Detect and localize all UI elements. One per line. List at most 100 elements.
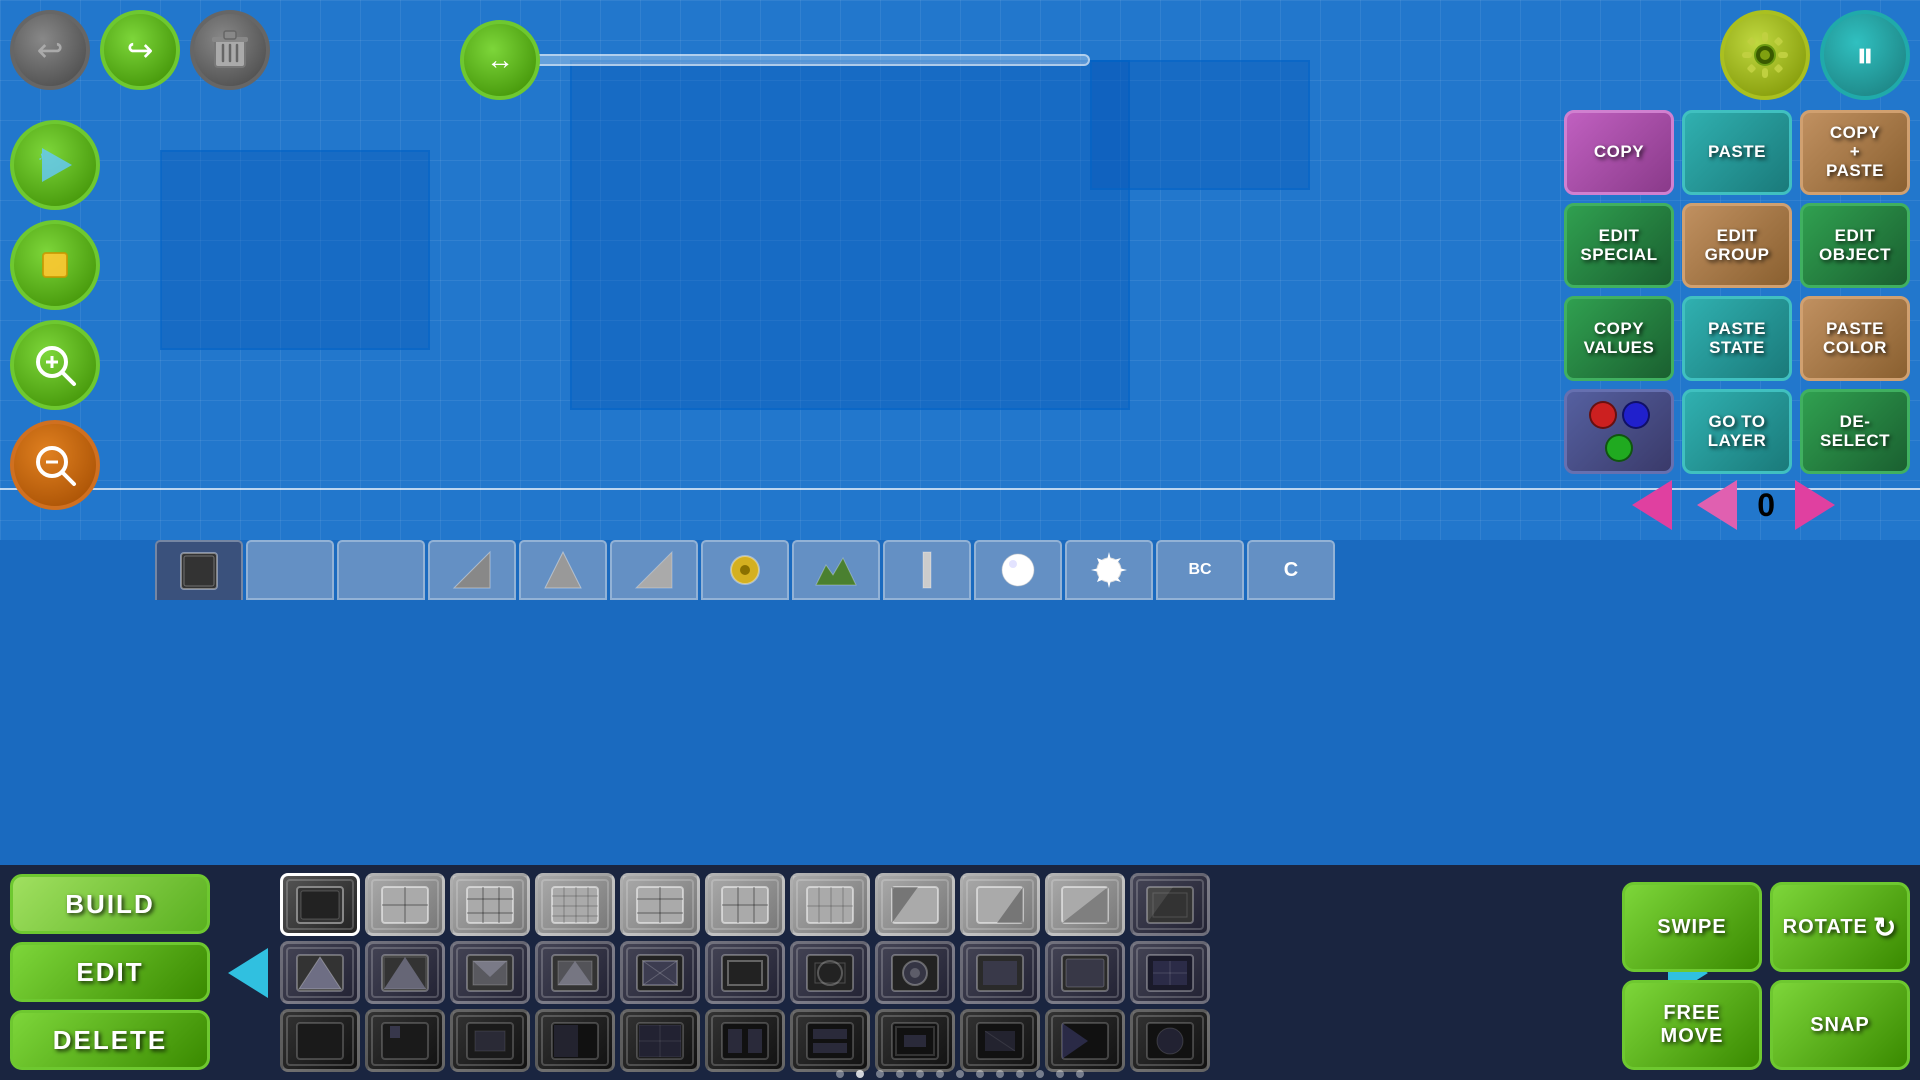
layer-left-button[interactable] [1692,480,1742,530]
obj-cell-3-3[interactable] [450,1009,530,1072]
obj-cell-1-8[interactable] [875,873,955,936]
slider-handle[interactable]: ↔ [460,20,540,100]
obj-tab-bc[interactable]: BC [1156,540,1244,600]
obj-tab-terrain[interactable] [792,540,880,600]
paste-button[interactable]: PASTE [1682,110,1792,195]
edit-mode-button[interactable]: EDIT [10,942,210,1002]
go-to-layer-button[interactable]: GO TO LAYER [1682,389,1792,474]
obj-cell-1-4[interactable] [535,873,615,936]
obj-cell-3-10[interactable] [1045,1009,1125,1072]
obj-cell-3-6[interactable] [705,1009,785,1072]
obj-cell-1-9[interactable] [960,873,1040,936]
delete-button[interactable] [190,10,270,90]
obj-cell-3-2[interactable] [365,1009,445,1072]
obj-cell-2-6[interactable] [705,941,785,1004]
obj-tab-3[interactable] [337,540,425,600]
obj-cell-3-9[interactable] [960,1009,1040,1072]
dot-4[interactable] [916,1070,924,1078]
obj-cell-2-2[interactable] [365,941,445,1004]
bottom-section: BUILD EDIT DELETE [0,865,1920,1080]
pause-button[interactable]: ⏸ [1820,10,1910,100]
edit-special-button[interactable]: EDIT SPECIAL [1564,203,1674,288]
obj-tab-2[interactable] [246,540,334,600]
layer-left-far-button[interactable] [1627,480,1677,530]
free-move-button[interactable]: FREE MOVE [1622,980,1762,1070]
copy-button[interactable]: COPY [1564,110,1674,195]
undo-button[interactable]: ↩ [10,10,90,90]
dot-1[interactable] [856,1070,864,1078]
dot-0[interactable] [836,1070,844,1078]
obj-cell-1-5[interactable] [620,873,700,936]
obj-tab-blocks[interactable] [155,540,243,600]
obj-cell-3-8[interactable] [875,1009,955,1072]
rotate-button[interactable]: ROTATE ↻ [1770,882,1910,972]
deselect-button[interactable]: DE- SELECT [1800,389,1910,474]
obj-cell-2-11[interactable] [1130,941,1210,1004]
right-panel-row-3: COPY VALUES PASTE STATE PASTE COLOR [1564,296,1910,381]
dot-10[interactable] [1036,1070,1044,1078]
dot-7[interactable] [976,1070,984,1078]
obj-tab-explosion[interactable] [1065,540,1153,600]
pagination-dots [836,1070,1084,1078]
color-circles-button[interactable] [1564,389,1674,474]
paste-state-button[interactable]: PASTE STATE [1682,296,1792,381]
dot-11[interactable] [1056,1070,1064,1078]
music-button[interactable]: ♪ [10,120,100,210]
obj-row-2 [280,941,1655,1004]
settings-button[interactable] [1720,10,1810,100]
dot-3[interactable] [896,1070,904,1078]
dot-9[interactable] [1016,1070,1024,1078]
obj-tab-slope[interactable] [610,540,698,600]
obj-tab-pillar[interactable] [883,540,971,600]
obj-tab-c[interactable]: C [1247,540,1335,600]
dot-2[interactable] [876,1070,884,1078]
stop-button[interactable] [10,220,100,310]
obj-cell-1-2[interactable] [365,873,445,936]
obj-cell-1-3[interactable] [450,873,530,936]
obj-cell-2-10[interactable] [1045,941,1125,1004]
obj-cell-2-3[interactable] [450,941,530,1004]
obj-cell-2-4[interactable] [535,941,615,1004]
obj-cell-3-4[interactable] [535,1009,615,1072]
obj-cell-1-11[interactable] [1130,873,1210,936]
obj-cell-2-9[interactable] [960,941,1040,1004]
zoom-out-button[interactable] [10,420,100,510]
obj-cell-2-1[interactable] [280,941,360,1004]
obj-cell-1-7[interactable] [790,873,870,936]
obj-tab-triangle[interactable] [519,540,607,600]
obj-tab-sphere[interactable] [974,540,1062,600]
dot-8[interactable] [996,1070,1004,1078]
edit-object-button[interactable]: EDIT OBJECT [1800,203,1910,288]
obj-cell-1-6[interactable] [705,873,785,936]
snap-button[interactable]: SNAP [1770,980,1910,1070]
swipe-button[interactable]: SWIPE [1622,882,1762,972]
dot-5[interactable] [936,1070,944,1078]
obj-grid-prev-button[interactable] [220,945,275,1000]
layer-right-button[interactable] [1790,480,1840,530]
edit-group-button[interactable]: EDIT GROUP [1682,203,1792,288]
redo-button[interactable]: ↪ [100,10,180,90]
obj-tab-circle[interactable] [701,540,789,600]
obj-tab-diagonal[interactable] [428,540,516,600]
copy-values-button[interactable]: COPY VALUES [1564,296,1674,381]
dot-12[interactable] [1076,1070,1084,1078]
obj-cell-2-7[interactable] [790,941,870,1004]
dot-6[interactable] [956,1070,964,1078]
delete-mode-button[interactable]: DELETE [10,1010,210,1070]
obj-cell-3-1[interactable] [280,1009,360,1072]
right-panel: COPY PASTE COPY + PASTE EDIT SPECIAL EDI… [1564,110,1910,474]
slider-track[interactable] [530,54,1090,66]
paste-color-button[interactable]: PASTE COLOR [1800,296,1910,381]
build-mode-button[interactable]: BUILD [10,874,210,934]
copy-paste-button[interactable]: COPY + PASTE [1800,110,1910,195]
obj-cell-1-1[interactable] [280,873,360,936]
obj-cell-2-8[interactable] [875,941,955,1004]
zoom-in-button[interactable] [10,320,100,410]
obj-cell-3-11[interactable] [1130,1009,1210,1072]
bg-rect-3 [1090,60,1310,190]
object-tabs: BC C [155,540,1335,600]
obj-cell-1-10[interactable] [1045,873,1125,936]
obj-cell-3-7[interactable] [790,1009,870,1072]
obj-cell-2-5[interactable] [620,941,700,1004]
obj-cell-3-5[interactable] [620,1009,700,1072]
